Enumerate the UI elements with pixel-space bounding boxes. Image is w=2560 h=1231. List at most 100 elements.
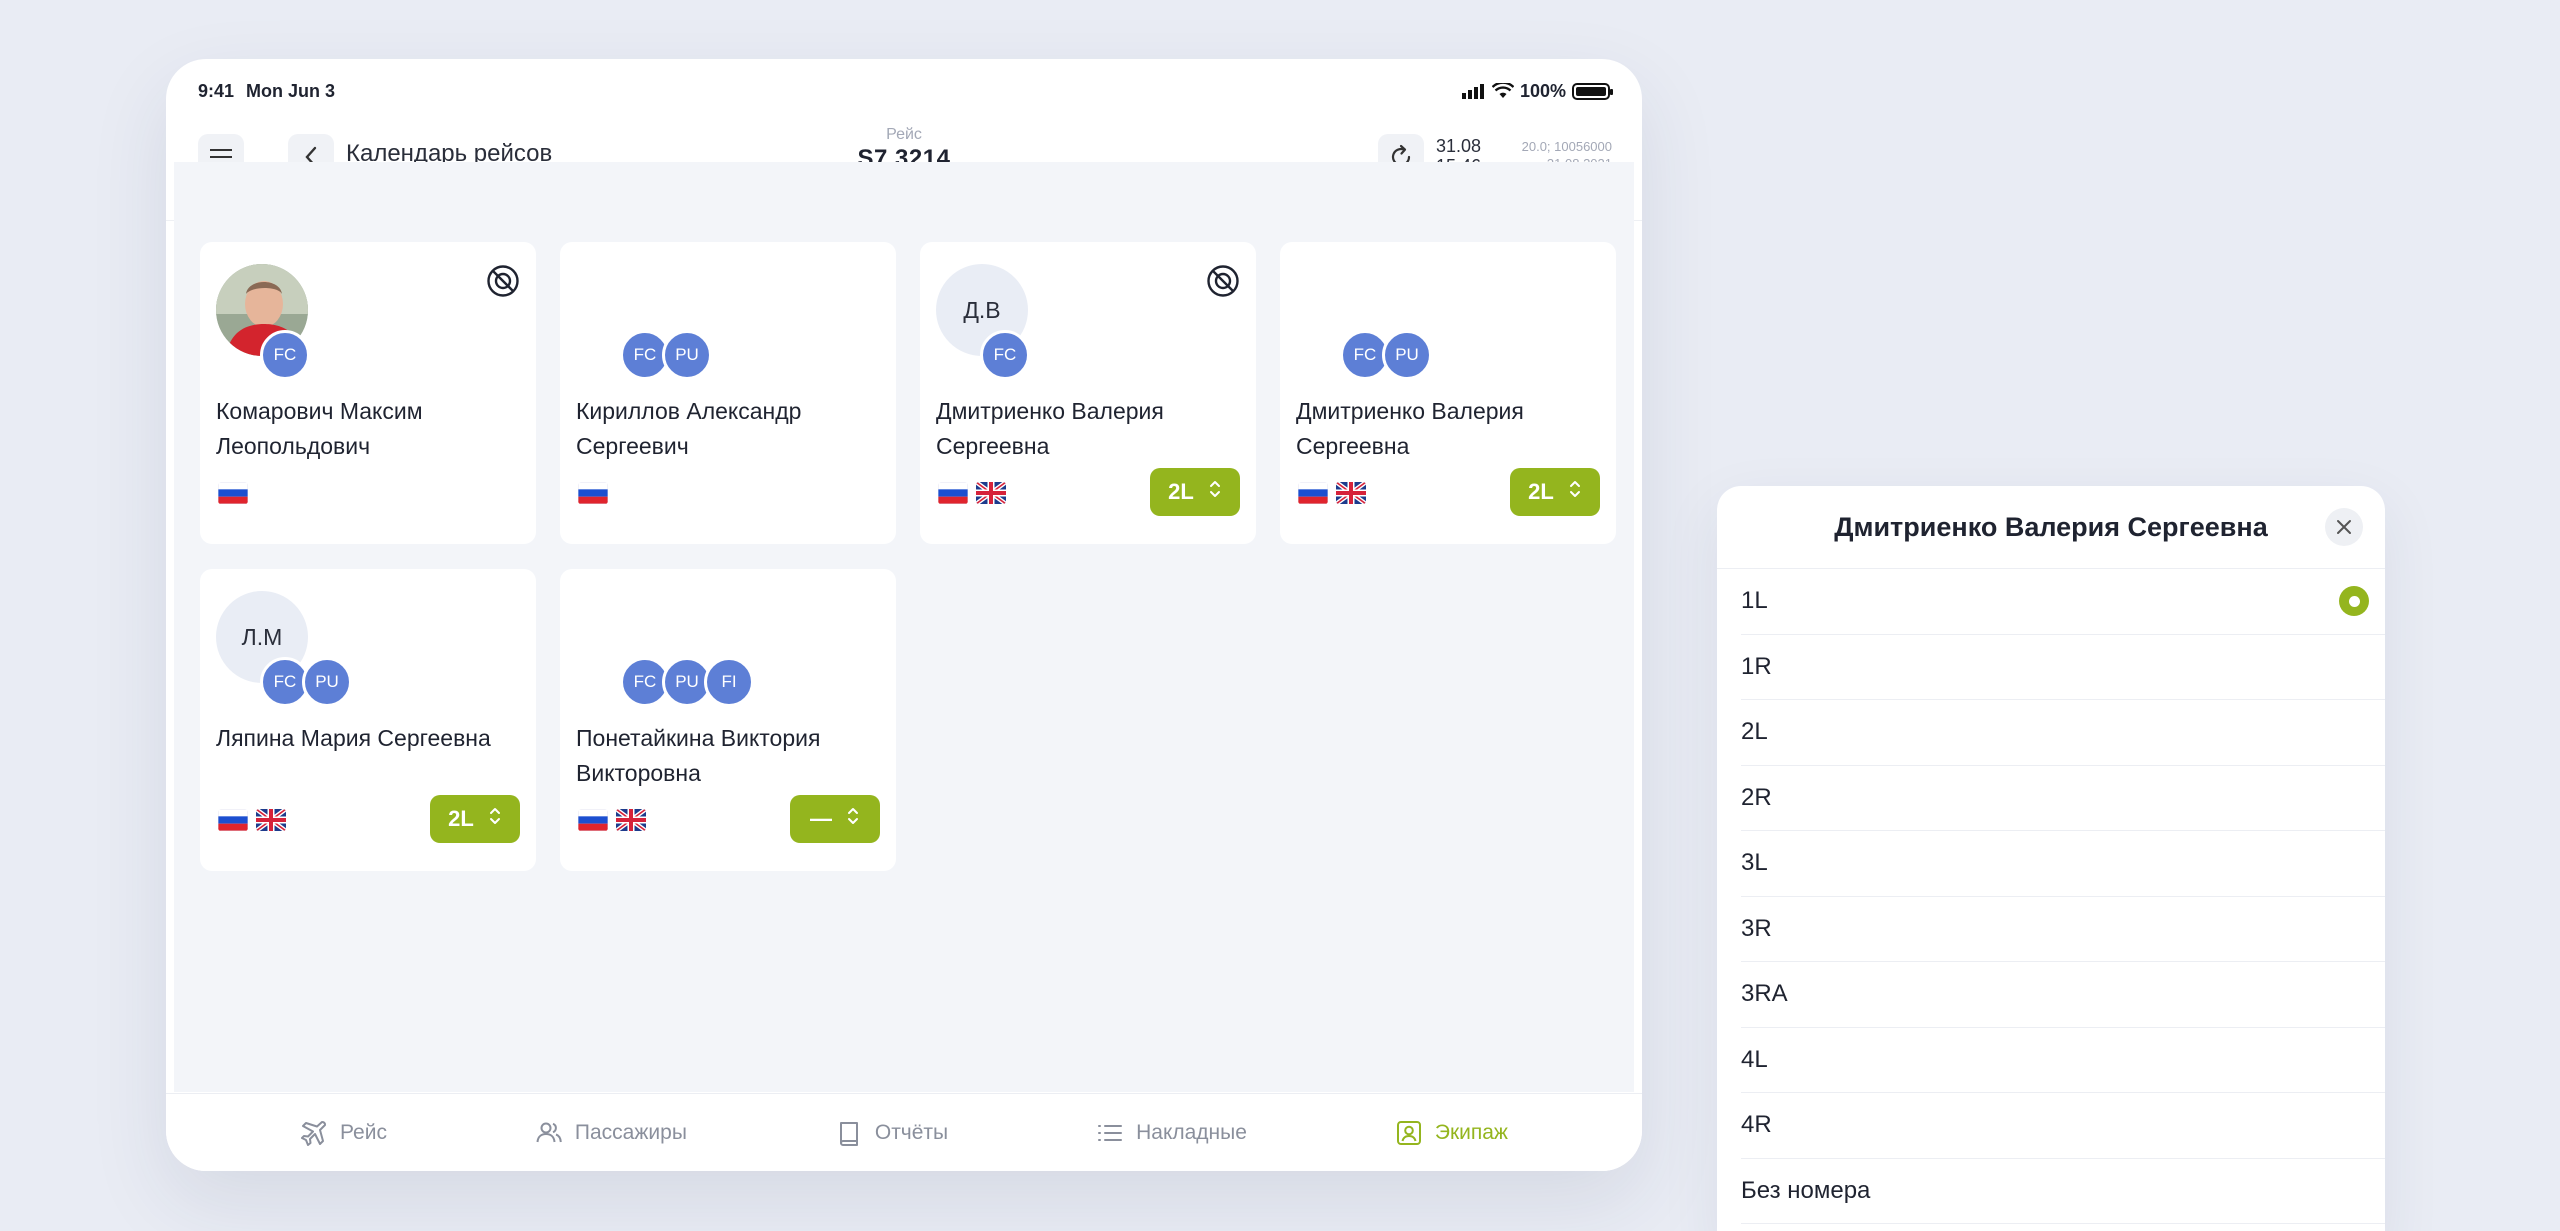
flag-ru-icon xyxy=(218,809,248,831)
plane-icon xyxy=(300,1120,326,1146)
seat-select-button[interactable]: 2L xyxy=(430,795,520,843)
language-flags xyxy=(1298,482,1366,504)
crew-card[interactable]: FC PU Кириллов Александр Сергеевич xyxy=(560,242,896,544)
radio-selected-icon xyxy=(2339,586,2369,617)
seat-select-button[interactable]: 2L xyxy=(1150,468,1240,516)
list-icon xyxy=(1098,1124,1123,1141)
seat-option-label: 4R xyxy=(1741,1111,1772,1139)
seat-option[interactable]: 2R xyxy=(1741,766,2385,831)
role-badges: FC xyxy=(980,330,1030,380)
seat-option-label: 2L xyxy=(1741,718,1768,746)
seat-option-label: 3L xyxy=(1741,849,1768,877)
seat-option[interactable]: 3RA xyxy=(1741,962,2385,1028)
role-badges: FC PU xyxy=(1340,330,1432,380)
role-badges: FC PU FI xyxy=(620,657,754,707)
status-bar: 9:41 Mon Jun 3 100% xyxy=(166,59,1642,109)
role-badges: FC PU xyxy=(620,330,712,380)
tab-waybills[interactable]: Накладные xyxy=(1096,1119,1247,1147)
tab-crew-label: Экипаж xyxy=(1434,1120,1508,1144)
crew-name: Дмитриенко Валерия Сергеевна xyxy=(936,398,1164,459)
crew-grid: FC Комарович Максим Леопольдович FC PU Кирил… xyxy=(174,162,1634,1092)
tab-waybills-label: Накладные xyxy=(1136,1120,1247,1144)
seat-option[interactable]: 1L xyxy=(1741,569,2385,635)
language-flags xyxy=(218,809,286,831)
language-flags xyxy=(938,482,1006,504)
seat-option[interactable]: 3L xyxy=(1741,831,2385,897)
status-date: Mon Jun 3 xyxy=(246,80,336,101)
language-flags xyxy=(578,809,646,831)
seat-option[interactable]: 4R xyxy=(1741,1093,2385,1159)
tab-reports-label: Отчёты xyxy=(874,1120,949,1144)
flag-gb-icon xyxy=(616,809,646,831)
seat-option[interactable]: 4L xyxy=(1741,1028,2385,1093)
signal-icon xyxy=(1461,84,1484,99)
role-badge: FC xyxy=(980,330,1030,380)
role-badge: FC xyxy=(260,330,310,380)
tab-flight[interactable]: Рейс xyxy=(300,1119,387,1147)
version-number: 20.0; 10056000 xyxy=(1521,139,1612,154)
seat-select-button[interactable]: — xyxy=(790,795,880,843)
battery-icon xyxy=(1572,82,1613,100)
seat-option-label: 3RA xyxy=(1741,980,1788,1008)
role-badge: PU xyxy=(1382,330,1432,380)
crew-name: Понетайкина Виктория Викторовна xyxy=(576,725,821,786)
language-flags xyxy=(218,482,248,504)
no-meal-icon xyxy=(1206,264,1240,298)
crew-card[interactable]: FC PU Дмитриенко Валерия Сергеевна 2L xyxy=(1280,242,1616,544)
flag-gb-icon xyxy=(1336,482,1366,504)
role-badge: FI xyxy=(704,657,754,707)
role-badge: PU xyxy=(662,330,712,380)
users-icon xyxy=(536,1122,562,1142)
seat-option-label: Без номера xyxy=(1741,1176,1871,1204)
chevron-updown-icon xyxy=(846,805,860,833)
crew-card[interactable]: Д.В FC Дмитриенко Валерия Сергеевна 2L xyxy=(920,242,1256,544)
flag-ru-icon xyxy=(938,482,968,504)
no-meal-icon xyxy=(486,264,520,298)
crew-card[interactable]: FC Комарович Максим Леопольдович xyxy=(200,242,536,544)
tab-passengers-label: Пассажиры xyxy=(574,1120,687,1144)
seat-option[interactable]: Без номера xyxy=(1741,1159,2385,1224)
status-time: 9:41 xyxy=(198,80,235,101)
sync-date: 31.08 xyxy=(1436,136,1482,156)
chevron-updown-icon xyxy=(1208,478,1222,506)
close-icon xyxy=(2337,520,2351,534)
tab-passengers[interactable]: Пассажиры xyxy=(535,1119,687,1147)
crew-badge-icon xyxy=(1396,1120,1421,1145)
tab-reports[interactable]: Отчёты xyxy=(835,1119,948,1147)
crew-name: Дмитриенко Валерия Сергеевна xyxy=(1296,398,1524,459)
flag-ru-icon xyxy=(218,482,248,504)
battery-percent: 100% xyxy=(1519,80,1566,101)
tablet-window: 9:41 Mon Jun 3 100% Календарь рейсов Рей… xyxy=(166,59,1642,1171)
seat-option[interactable]: 3R xyxy=(1741,897,2385,962)
flag-ru-icon xyxy=(578,809,608,831)
seat-option-label: 3R xyxy=(1741,914,1772,942)
crew-name: Комарович Максим Леопольдович xyxy=(216,398,423,459)
seat-select-button[interactable]: 2L xyxy=(1510,468,1600,516)
seat-value: 2L xyxy=(448,806,474,831)
tab-bar: Рейс Пассажиры Отчёты Накладные Экипаж xyxy=(166,1093,1642,1171)
seat-value: 2L xyxy=(1528,479,1554,504)
seat-selection-sheet: Дмитриенко Валерия Сергеевна 1L 1R 2L 2R 3L 3… xyxy=(1717,486,2385,1231)
book-icon xyxy=(839,1121,858,1146)
flag-ru-icon xyxy=(1298,482,1328,504)
crew-card[interactable]: Л.М FC PU Ляпина Мария Сергеевна 2L xyxy=(200,569,536,871)
role-badges: FC xyxy=(260,330,310,380)
seat-option-label: 4L xyxy=(1741,1045,1768,1073)
role-badge: PU xyxy=(302,657,352,707)
tab-crew[interactable]: Экипаж xyxy=(1395,1119,1508,1147)
wifi-icon xyxy=(1491,83,1514,98)
seat-option-label: 1R xyxy=(1741,652,1772,680)
seat-option-label: 1L xyxy=(1741,587,1768,615)
crew-name: Кириллов Александр Сергеевич xyxy=(576,398,802,459)
chevron-updown-icon xyxy=(488,805,502,833)
flag-gb-icon xyxy=(256,809,286,831)
flag-ru-icon xyxy=(578,482,608,504)
crew-name: Ляпина Мария Сергеевна xyxy=(216,725,491,751)
seat-value: 2L xyxy=(1168,479,1194,504)
crew-card[interactable]: FC PU FI Понетайкина Виктория Викторовна — xyxy=(560,569,896,871)
seat-option[interactable]: 1R xyxy=(1741,635,2385,700)
sheet-title: Дмитриенко Валерия Сергеевна xyxy=(1834,512,2268,542)
role-badges: FC PU xyxy=(260,657,352,707)
seat-option[interactable]: 2L xyxy=(1741,700,2385,766)
close-button[interactable] xyxy=(2325,508,2363,546)
